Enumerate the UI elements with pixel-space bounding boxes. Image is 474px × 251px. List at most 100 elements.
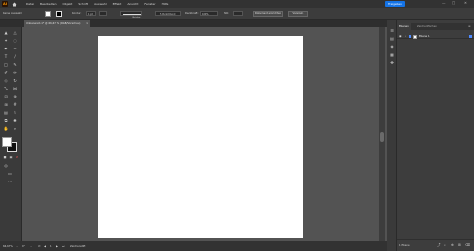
preferences-button[interactable]: Voreinst. xyxy=(288,11,308,17)
zoom-level[interactable]: 66,67% xyxy=(3,245,13,248)
close-icon[interactable]: ✕ xyxy=(464,1,467,5)
rectangle-tool-icon[interactable]: □ xyxy=(3,62,9,68)
home-icon[interactable] xyxy=(12,2,17,7)
new-sublayer-icon[interactable]: ⊕ xyxy=(451,243,454,247)
last-artboard-icon[interactable]: ⏭ xyxy=(62,245,64,248)
none-mode-icon[interactable]: ⊘ xyxy=(14,154,20,160)
curvature-tool-icon[interactable]: ∼ xyxy=(12,46,18,52)
expand-chevron-icon[interactable]: › xyxy=(405,34,406,39)
vertical-scroll-thumb[interactable] xyxy=(380,132,384,142)
layer-row[interactable]: ◉ › Ebene 1 xyxy=(397,34,474,39)
graphic-style-dropdown[interactable] xyxy=(233,11,243,16)
prev-artboard-icon[interactable]: ◀ xyxy=(44,245,46,248)
hand-tool-icon[interactable]: ✋ xyxy=(3,126,9,132)
brush-definition-dropdown[interactable] xyxy=(120,11,142,16)
brush-style-dropdown[interactable]: 5 Punkt Rund xyxy=(155,11,181,16)
shape-builder-icon[interactable]: ⊕ xyxy=(12,94,18,100)
maximize-icon[interactable]: □ xyxy=(452,1,455,5)
selection-status: Keine Auswahl xyxy=(3,12,22,15)
brush-label: Gleichm. xyxy=(132,17,141,19)
line-tool-icon[interactable]: / xyxy=(12,54,18,60)
perspective-grid-icon[interactable]: ⊞ xyxy=(3,102,9,108)
visibility-eye-icon[interactable]: ◉ xyxy=(399,34,402,39)
panel-menu-icon[interactable]: ≡ xyxy=(468,24,471,28)
fill-color-swatch[interactable] xyxy=(2,137,12,147)
fill-swatch[interactable] xyxy=(45,11,51,17)
menu-item-help[interactable]: Hilfe xyxy=(162,2,169,6)
vertical-scrollbar[interactable] xyxy=(379,27,385,241)
artboard[interactable] xyxy=(98,36,303,238)
layers-panel-footer: 1 Ebene ⤴ ⌕ ⊕ ⊞ ⌫ xyxy=(397,239,474,251)
variable-width-dropdown[interactable] xyxy=(99,11,107,16)
zoom-tool-icon[interactable]: ⌕ xyxy=(12,126,18,132)
layer-name[interactable]: Ebene 1 xyxy=(419,34,430,39)
layers-panel-icon[interactable]: ◈ xyxy=(389,44,395,50)
stroke-weight-field[interactable]: 1 pt xyxy=(86,11,96,16)
stroke-swatch[interactable] xyxy=(56,11,62,17)
eraser-tool-icon[interactable]: ◇ xyxy=(3,78,9,84)
free-transform-icon[interactable]: ⊡ xyxy=(3,94,9,100)
eyedropper-tool-icon[interactable]: ⌇ xyxy=(12,110,18,116)
menu-item-select[interactable]: Auswahl xyxy=(94,2,107,6)
type-tool-icon[interactable]: T xyxy=(3,54,9,60)
swatches-panel-icon[interactable]: ▦ xyxy=(389,52,395,58)
menu-item-effect[interactable]: Effekt xyxy=(113,2,122,6)
menu-item-view[interactable]: Ansicht xyxy=(127,2,138,6)
menu-item-type[interactable]: Schrift xyxy=(78,2,88,6)
document-setup-button[interactable]: Dokument einrichten xyxy=(253,11,283,17)
edit-toolbar-icon[interactable]: ⋯ xyxy=(7,179,13,185)
minimize-icon[interactable]: — xyxy=(442,1,446,5)
width-tool-icon[interactable]: ⋈ xyxy=(12,86,18,92)
menu-items: Datei Bearbeiten Objekt Schrift Auswahl … xyxy=(26,2,168,6)
menu-item-file[interactable]: Datei xyxy=(26,2,34,6)
rotation-dropdown-icon[interactable]: ⌄ xyxy=(30,245,32,248)
screen-mode-icon[interactable]: ▭ xyxy=(7,171,13,177)
paintbrush-tool-icon[interactable]: ✎ xyxy=(12,62,18,68)
libraries-panel-icon[interactable]: ▤ xyxy=(389,36,395,42)
magic-wand-icon[interactable]: ✦ xyxy=(3,38,9,44)
shaper-tool-icon[interactable]: ✐ xyxy=(3,70,9,76)
menu-item-window[interactable]: Fenster xyxy=(144,2,155,6)
tab-artboards[interactable]: Zeichenflächen xyxy=(415,23,439,30)
document-tab[interactable]: Unbenannt-1* @ 66,67 % (RGB/Vorschau) xyxy=(24,20,90,27)
scale-tool-icon[interactable]: ⤡ xyxy=(3,86,9,92)
selection-tool-icon[interactable]: ▲ xyxy=(3,30,9,36)
brushes-panel-icon[interactable]: ✤ xyxy=(389,60,395,66)
zoom-dropdown-icon[interactable]: ⌄ xyxy=(16,245,18,248)
stroke-label: Kontur: xyxy=(72,12,82,15)
trash-icon[interactable]: ⌫ xyxy=(465,243,470,247)
first-artboard-icon[interactable]: ⏮ xyxy=(38,245,40,248)
style-label: Stil: xyxy=(224,12,229,15)
menu-item-object[interactable]: Objekt xyxy=(63,2,73,6)
opacity-field[interactable]: 100% xyxy=(200,11,218,16)
app-logo: Ai xyxy=(2,1,8,7)
status-bar: 66,67% ⌄ 0° ⌄ ⏮ ◀ 1 ▶ ⏭ Zeichenstift xyxy=(0,241,387,251)
current-tool-status: Zeichenstift xyxy=(70,245,86,248)
rotate-tool-icon[interactable]: ↻ xyxy=(12,78,18,84)
new-layer-icon[interactable]: ⊞ xyxy=(458,243,461,247)
draw-mode-icon[interactable]: ◎ xyxy=(3,163,9,169)
pen-tool-icon[interactable]: ✒ xyxy=(3,46,9,52)
share-button[interactable]: Freigeben xyxy=(385,1,405,7)
menu-item-edit[interactable]: Bearbeiten xyxy=(40,2,56,6)
artboard-number[interactable]: 1 xyxy=(50,245,52,248)
next-artboard-icon[interactable]: ▶ xyxy=(56,245,58,248)
blend-tool-icon[interactable]: ⧉ xyxy=(3,118,9,124)
properties-panel-icon[interactable]: ☰ xyxy=(389,28,395,34)
tab-layers[interactable]: Ebenen xyxy=(397,23,411,30)
gradient-tool-icon[interactable]: ▤ xyxy=(3,110,9,116)
layer-target-indicator[interactable] xyxy=(469,35,472,38)
direct-selection-tool-icon[interactable]: △ xyxy=(12,30,18,36)
opacity-label: Deckkraft: xyxy=(185,12,199,15)
layers-panel: Ebenen Zeichenflächen ≡ ◉ › Ebene 1 1 Eb… xyxy=(397,20,474,251)
symbol-sprayer-icon[interactable]: ✺ xyxy=(12,118,18,124)
export-icon[interactable]: ⤴ xyxy=(437,243,441,248)
search-icon[interactable]: ⌕ xyxy=(444,243,446,247)
mesh-tool-icon[interactable]: # xyxy=(12,102,18,108)
tab-close-icon[interactable]: × xyxy=(86,21,89,25)
rotation-angle[interactable]: 0° xyxy=(22,245,25,248)
lasso-tool-icon[interactable]: ◌ xyxy=(12,38,18,44)
control-bar: Keine Auswahl Kontur: 1 pt Gleichm. 5 Pu… xyxy=(0,8,474,20)
pencil-tool-icon[interactable]: ✏ xyxy=(12,70,18,76)
layers-panel-header: Ebenen Zeichenflächen ≡ xyxy=(397,23,474,30)
